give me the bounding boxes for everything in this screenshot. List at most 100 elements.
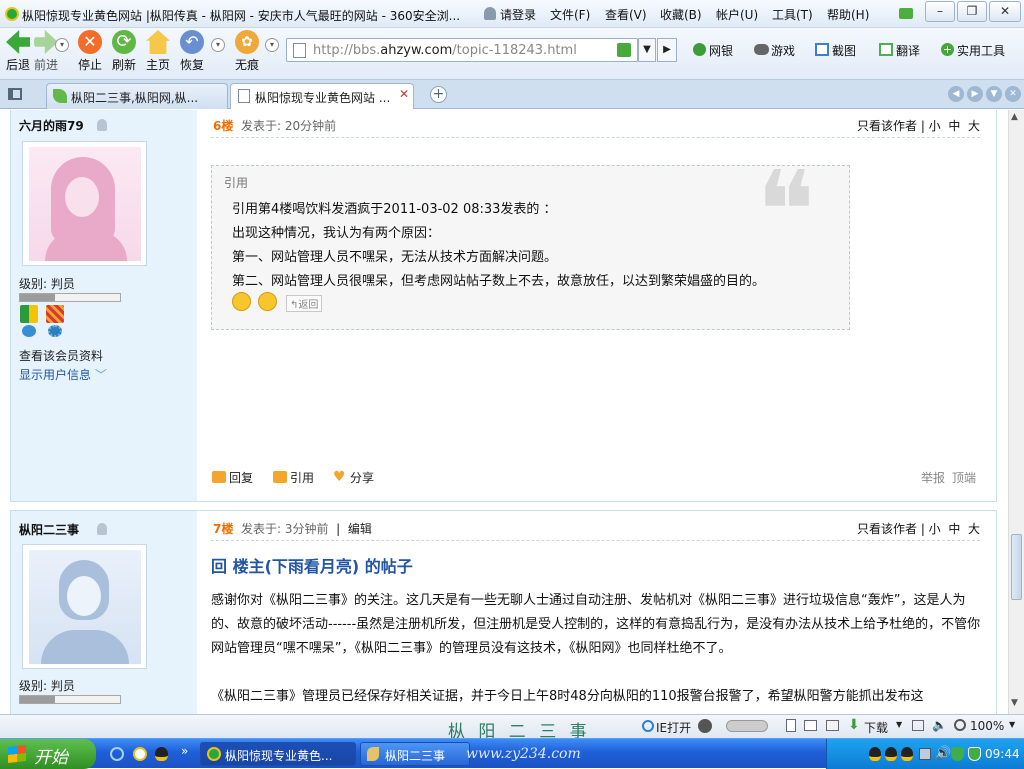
menu-tools[interactable]: 工具(T) xyxy=(772,6,813,23)
restore-button[interactable]: ↶ 恢复 xyxy=(174,30,210,73)
download-button[interactable]: 下载 xyxy=(864,719,888,736)
folder-icon[interactable] xyxy=(826,720,839,731)
quicklaunch-more-icon[interactable]: » xyxy=(181,744,188,758)
address-bar[interactable]: http://bbs.ahzyw.com/topic-118243.html xyxy=(286,38,638,62)
qq-tray-icon[interactable] xyxy=(885,747,897,761)
url-dropdown-icon[interactable]: ▼ xyxy=(638,38,656,62)
translate-button[interactable]: 翻译 xyxy=(896,42,920,59)
menu-account[interactable]: 帐户(U) xyxy=(716,6,758,23)
show-user-info-link[interactable]: 显示用户信息 ﹀ xyxy=(19,366,107,383)
scroll-down-icon[interactable]: ▼ xyxy=(1011,698,1018,708)
only-author-link[interactable]: 只看该作者 xyxy=(857,522,917,536)
zoom-level[interactable]: 100% xyxy=(970,719,1004,733)
volume-tray-icon[interactable]: 🔊 xyxy=(935,746,951,761)
close-window-button[interactable]: ✕ xyxy=(989,1,1021,22)
tab-scroll-left-icon[interactable]: ◀ xyxy=(948,86,964,102)
font-large-link[interactable]: 大 xyxy=(968,119,980,133)
skin-icon[interactable] xyxy=(899,8,913,19)
task-zongyang[interactable]: 枞阳二三事 xyxy=(360,742,470,766)
return-button[interactable]: ↰返回 xyxy=(286,295,323,312)
view-profile-link[interactable]: 查看该会员资料 xyxy=(19,347,103,364)
paw-icon: ✿ xyxy=(235,30,259,54)
close-tab-icon[interactable]: ✕ xyxy=(399,87,409,101)
menu-favorites[interactable]: 收藏(B) xyxy=(660,6,702,23)
chevron-down-icon[interactable]: ▼ xyxy=(896,720,902,729)
qq-tray-icon[interactable] xyxy=(901,747,913,761)
toggle-icon[interactable] xyxy=(726,720,768,732)
restore-dropdown-icon[interactable]: ▾ xyxy=(211,38,225,52)
ie-open-button[interactable]: IE打开 xyxy=(656,719,691,736)
back-to-top-link[interactable]: 顶端 xyxy=(952,469,976,486)
tab-label: 枞阳二三事,枞阳网,枞... xyxy=(71,91,199,105)
quote-icon xyxy=(273,471,287,483)
forward-label: 前进 xyxy=(33,58,58,72)
minimize-button[interactable]: – xyxy=(925,1,955,22)
edit-link[interactable]: 编辑 xyxy=(348,522,372,536)
close-all-tabs-icon[interactable]: ✕ xyxy=(1005,86,1021,102)
shield-tray-icon[interactable] xyxy=(968,747,981,761)
font-medium-link[interactable]: 中 xyxy=(948,522,960,536)
browser-task-icon xyxy=(207,747,221,761)
tab-current[interactable]: 枞阳惊现专业黄色网站 ... ✕ xyxy=(230,83,414,109)
username[interactable]: 枞阳二三事 xyxy=(19,521,79,538)
page-icon[interactable] xyxy=(786,719,796,732)
qq-quicklaunch-icon[interactable] xyxy=(155,747,168,761)
scroll-thumb[interactable] xyxy=(1011,534,1022,600)
zoom-dropdown-icon[interactable]: ▼ xyxy=(1009,720,1015,729)
tab-zongyang-234[interactable]: 枞阳二三事,枞阳网,枞... xyxy=(46,83,228,109)
volume-icon[interactable]: 🔈 xyxy=(932,718,947,732)
compat-mode-icon[interactable] xyxy=(617,43,631,57)
post-tools: 只看该作者 | 小 中 大 xyxy=(856,522,980,536)
font-small-link[interactable]: 小 xyxy=(929,522,941,536)
network-tray-icon[interactable] xyxy=(919,748,931,760)
refresh-button[interactable]: ⟳ 刷新 xyxy=(106,30,142,73)
female-silhouette-icon xyxy=(29,147,141,261)
menu-view[interactable]: 查看(V) xyxy=(605,6,647,23)
window-mode-icon[interactable] xyxy=(912,720,924,731)
font-medium-link[interactable]: 中 xyxy=(948,119,960,133)
screenshot-button[interactable]: 截图 xyxy=(832,42,856,59)
tab-label: 枞阳惊现专业黄色网站 ... xyxy=(255,91,391,105)
browser-quicklaunch-icon[interactable] xyxy=(133,747,147,761)
tab-scroll-right-icon[interactable]: ▶ xyxy=(967,86,983,102)
avatar[interactable] xyxy=(22,141,147,266)
tab-list-icon[interactable]: ▼ xyxy=(986,86,1002,102)
bank-button[interactable]: 网银 xyxy=(709,42,733,59)
gender-icon xyxy=(97,523,107,535)
ie-quicklaunch-icon[interactable] xyxy=(110,747,124,761)
vertical-scrollbar[interactable]: ▲ ▼ xyxy=(1008,110,1024,714)
login-link[interactable]: 请登录 xyxy=(500,6,536,23)
stop-button[interactable]: ✕ 停止 xyxy=(72,30,108,73)
report-link[interactable]: 举报 xyxy=(921,469,945,486)
menu-help[interactable]: 帮助(H) xyxy=(827,6,869,23)
quote-line: 第二、网站管理人员很嘿呆，但考虑网站帖子数上不去，故意放任，以达到繁荣娼盛的目的… xyxy=(232,274,766,289)
start-button[interactable]: 开始 xyxy=(0,739,96,769)
avatar[interactable] xyxy=(22,544,147,669)
username[interactable]: 六月的雨79 xyxy=(19,117,84,134)
tools-button[interactable]: 实用工具 xyxy=(957,42,1005,59)
font-small-link[interactable]: 小 xyxy=(929,119,941,133)
reply-button[interactable]: 回复 xyxy=(229,469,253,486)
scroll-up-icon[interactable]: ▲ xyxy=(1011,112,1018,122)
new-tab-icon[interactable]: + xyxy=(430,86,447,103)
security-tray-icon[interactable] xyxy=(951,747,964,761)
incognito-dropdown-icon[interactable]: ▾ xyxy=(265,38,279,52)
maximize-button[interactable]: ❐ xyxy=(957,1,987,22)
sidebar-toggle-icon[interactable] xyxy=(8,88,22,100)
task-browser[interactable]: 枞阳惊现专业黄色... xyxy=(200,742,356,766)
menu-file[interactable]: 文件(F) xyxy=(550,6,590,23)
games-button[interactable]: 游戏 xyxy=(771,42,795,59)
qq-tray-icon[interactable] xyxy=(869,747,881,761)
history-dropdown-icon[interactable]: ▾ xyxy=(55,38,69,52)
window-icon[interactable] xyxy=(804,720,817,731)
share-button[interactable]: 分享 xyxy=(350,469,374,486)
home-button[interactable]: 主页 xyxy=(140,30,176,73)
reply-icon xyxy=(212,471,226,483)
window-title: 枞阳惊现专业黄色网站 |枞阳传真 - 枞阳网 - 安庆市人气最旺的网站 - 36… xyxy=(22,9,461,23)
font-large-link[interactable]: 大 xyxy=(968,522,980,536)
quote-button[interactable]: 引用 xyxy=(290,469,314,486)
incognito-button[interactable]: ✿ 无痕 xyxy=(229,30,265,73)
only-author-link[interactable]: 只看该作者 xyxy=(857,119,917,133)
post-floor-6: 六月的雨79 级别: 判员 查看该会员资料 显示用户信息 ﹀ 6楼 发表于: 2… xyxy=(10,110,997,502)
go-icon[interactable]: ▶ xyxy=(657,38,677,62)
